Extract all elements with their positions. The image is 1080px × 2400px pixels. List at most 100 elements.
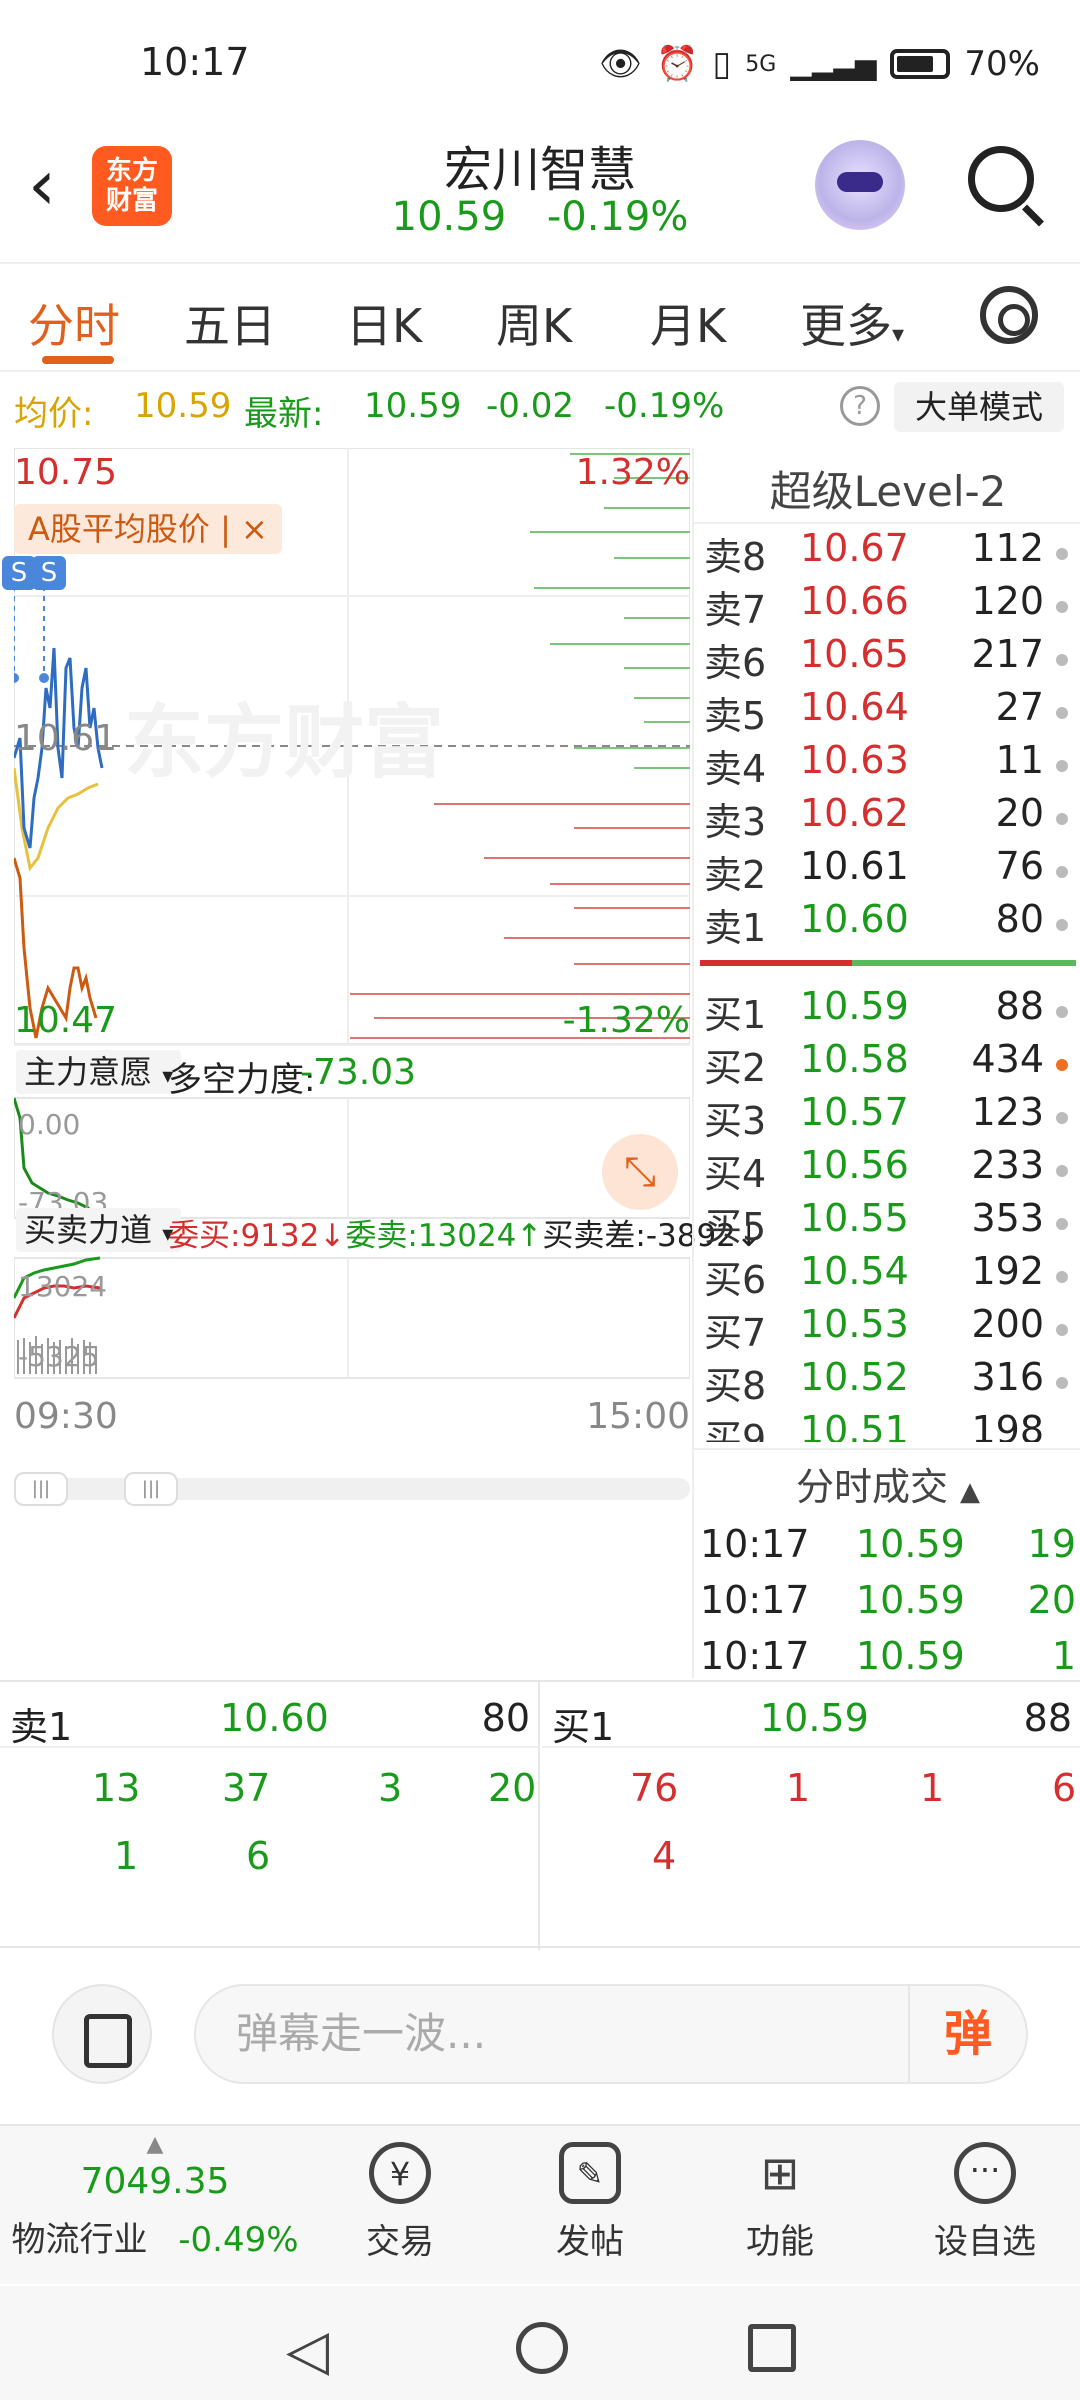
bid-label: 买4 [704, 1152, 767, 1196]
caret-up-icon: ▲ [146, 2132, 164, 2157]
bid-row[interactable]: 买6 10.54 192 [694, 1249, 1080, 1302]
ask-row[interactable]: 卖7 10.66 120 [694, 579, 1080, 632]
indicator2-values: 委买:9132↓委卖:13024↑买卖差:-3892↓ [168, 1210, 762, 1255]
queue-order: 37 [222, 1766, 271, 1810]
buy-queue[interactable]: 买1 10.59 88 76 1 1 6 4 [542, 1682, 1080, 1950]
bottom-nav: ▲ 7049.35 物流行业 -0.49% ¥ 交易 ✎ 发帖 ⊞ 功能 ···… [0, 2124, 1080, 2284]
bid-price: 10.59 [800, 984, 909, 1028]
ask-volume: 80 [995, 897, 1044, 941]
ask-price: 10.60 [800, 897, 909, 941]
danmu-placeholder: 弹幕走一波... [236, 2009, 487, 2058]
ask-row[interactable]: 卖5 10.64 27 [694, 685, 1080, 738]
queue-order: 20 [488, 1766, 537, 1810]
indicator2-bottom-value: -5325 [18, 1340, 100, 1373]
trade-time: 10:17 [700, 1578, 810, 1622]
s-marker-badge[interactable]: S [32, 556, 66, 590]
ask-price: 10.66 [800, 579, 909, 623]
nav-add-watchlist-label: 设自选 [934, 2222, 1036, 2262]
sell-queue-label: 卖1 [10, 1705, 73, 1749]
tab-intraday[interactable]: 分时 [28, 290, 120, 356]
ask-price: 10.62 [800, 791, 909, 835]
latest-value: 10.59 [364, 386, 462, 426]
trade-row: 10:17 10.59 20 [700, 1578, 1076, 1632]
nav-post-label: 发帖 [556, 2222, 624, 2262]
dot-icon [1056, 1112, 1068, 1124]
tab-week-k[interactable]: 周K [496, 290, 572, 356]
sector-index-value: 7049.35 [80, 2161, 230, 2202]
s-marker-badge[interactable]: S [2, 556, 36, 590]
yen-icon: ¥ [369, 2142, 431, 2204]
ask-row[interactable]: 卖8 10.67 112 [694, 526, 1080, 579]
bid-row[interactable]: 买2 10.58 434 [694, 1037, 1080, 1090]
intraday-chart[interactable]: 东方财富 10.75 1.32% 10.61 10.47 -1.32% A股平均… [2, 448, 762, 1678]
danmu-toggle-button[interactable]: 弹 [908, 1986, 1026, 2082]
tab-day-k[interactable]: 日K [346, 290, 422, 356]
ask-label: 卖4 [704, 747, 767, 791]
tab-month-k[interactable]: 月K [650, 290, 726, 356]
ask-label: 卖1 [704, 906, 767, 950]
ask-label: 卖8 [704, 535, 767, 579]
ask-row[interactable]: 卖1 10.60 80 [694, 897, 1080, 950]
ask-price: 10.67 [800, 526, 909, 570]
bid-volume: 200 [971, 1302, 1044, 1346]
ask-row[interactable]: 卖6 10.65 217 [694, 632, 1080, 685]
recents-icon[interactable] [748, 2324, 796, 2372]
ask-row[interactable]: 卖2 10.61 76 [694, 844, 1080, 897]
tab-more[interactable]: 更多▾ [800, 290, 904, 356]
dot-icon [1056, 1324, 1068, 1336]
dot-icon [1056, 707, 1068, 719]
indicator1-select[interactable]: 主力意愿 ▾ [16, 1050, 182, 1094]
gear-icon[interactable] [980, 286, 1038, 344]
nav-functions[interactable]: ⊞ 功能 [720, 2126, 840, 2286]
bid-row[interactable]: 买8 10.52 316 [694, 1355, 1080, 1408]
grid-icon: ⊞ [760, 2146, 800, 2200]
bid-row[interactable]: 买3 10.57 123 [694, 1090, 1080, 1143]
down-arrow-icon: ↓ [319, 1218, 346, 1254]
bid-row[interactable]: 买5 10.55 353 [694, 1196, 1080, 1249]
bid-row[interactable]: 买9 10.51 198 [694, 1408, 1080, 1442]
sector-index[interactable]: ▲ 7049.35 物流行业 -0.49% [0, 2126, 310, 2286]
ask-row[interactable]: 卖3 10.62 20 [694, 791, 1080, 844]
level2-title[interactable]: 超级Level-2 [694, 458, 1080, 519]
search-icon[interactable] [968, 146, 1034, 212]
nav-trade-label: 交易 [366, 2222, 434, 2262]
home-icon[interactable] [516, 2322, 568, 2374]
range-handle-right[interactable]: ||| [124, 1472, 178, 1506]
tab-five-day[interactable]: 五日 [184, 290, 276, 356]
ask-volume: 20 [995, 791, 1044, 835]
sell-queue[interactable]: 卖1 10.60 80 13 37 3 20 1 6 [0, 1682, 540, 1950]
back-triangle-icon[interactable]: ◁ [286, 2318, 329, 2383]
trade-time: 10:17 [700, 1522, 810, 1566]
queue-order: 6 [246, 1834, 271, 1878]
watermark: 东方财富 [124, 696, 444, 789]
notes-icon[interactable] [52, 1984, 152, 2084]
help-icon[interactable]: ? [840, 386, 880, 426]
queue-order: 13 [92, 1766, 141, 1810]
bid-row[interactable]: 买7 10.53 200 [694, 1302, 1080, 1355]
trade-price: 10.59 [856, 1578, 965, 1622]
ask-row[interactable]: 卖4 10.63 11 [694, 738, 1080, 791]
avg-legend-chip[interactable]: A股平均股价 | × [14, 504, 282, 554]
bid-label: 买7 [704, 1311, 767, 1355]
signal-icon: 5G [745, 51, 777, 77]
expand-icon[interactable]: ⤡ [602, 1134, 678, 1210]
big-order-mode-button[interactable]: 大单模式 [894, 382, 1064, 432]
dot-icon [1056, 548, 1068, 560]
indicator2-select[interactable]: 买卖力道 ▾ [16, 1208, 182, 1252]
bid-volume: 88 [995, 984, 1044, 1028]
indicator2-top-value: 13024 [18, 1270, 108, 1303]
avg-price-label: 均价: [14, 394, 94, 434]
bid-label: 买5 [704, 1205, 767, 1249]
bid-row[interactable]: 买4 10.56 233 [694, 1143, 1080, 1196]
danmu-input[interactable]: 弹幕走一波... 弹 [194, 1984, 1028, 2084]
nav-add-watchlist[interactable]: ··· 设自选 [910, 2126, 1060, 2286]
edit-icon: ✎ [559, 2142, 621, 2204]
bid-row[interactable]: 买1 10.59 88 [694, 984, 1080, 1037]
assistant-avatar[interactable] [815, 140, 905, 230]
range-handle-left[interactable]: ||| [14, 1472, 68, 1506]
trades-header[interactable]: 分时成交 ▲ [694, 1448, 1080, 1511]
caret-up-icon: ▲ [960, 1477, 981, 1507]
nav-trade[interactable]: ¥ 交易 [340, 2126, 460, 2286]
queue-order: 6 [1052, 1766, 1077, 1810]
nav-post[interactable]: ✎ 发帖 [530, 2126, 650, 2286]
